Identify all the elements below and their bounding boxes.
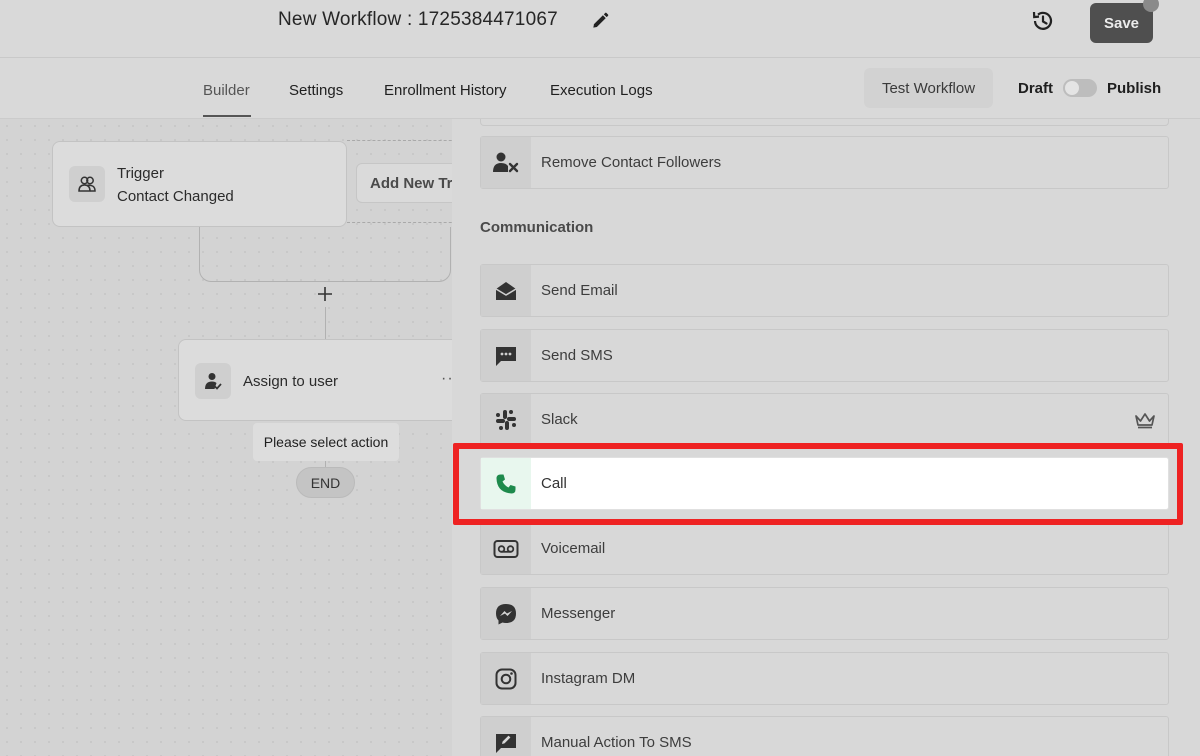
- action-icon-box: [481, 588, 531, 639]
- action-icon-box: [481, 265, 531, 316]
- voicemail-icon: [493, 539, 519, 558]
- connector-line: [325, 307, 326, 339]
- action-icon-box: [481, 717, 531, 756]
- instagram-icon: [495, 668, 517, 689]
- action-send-email[interactable]: Send Email: [480, 264, 1169, 317]
- section-heading-communication: Communication: [480, 219, 594, 236]
- action-label: Messenger: [541, 605, 616, 622]
- top-bar: New Workflow : 1725384471067 Save: [0, 0, 1200, 58]
- manual-sms-icon: [496, 733, 516, 753]
- trigger-node[interactable]: Trigger Contact Changed: [52, 141, 347, 227]
- assign-icon-box: [195, 363, 231, 399]
- draft-label: Draft: [1018, 80, 1054, 97]
- action-instagram-dm[interactable]: Instagram DM: [480, 652, 1169, 705]
- action-label: Instagram DM: [541, 670, 636, 687]
- chat-bubble-icon: [496, 346, 516, 366]
- contacts-icon: [78, 176, 96, 192]
- pencil-icon[interactable]: [590, 11, 610, 31]
- add-new-trigger-button[interactable]: Add New Tr: [356, 163, 452, 203]
- action-messenger[interactable]: Messenger: [480, 587, 1169, 640]
- action-send-sms[interactable]: Send SMS: [480, 329, 1169, 382]
- action-icon-box: [481, 330, 531, 381]
- tab-builder[interactable]: Builder: [203, 82, 250, 99]
- slack-icon: [496, 409, 516, 430]
- end-node: END: [296, 467, 355, 498]
- plus-icon[interactable]: [316, 285, 334, 303]
- action-label: Voicemail: [541, 540, 606, 557]
- remove-user-icon: [493, 152, 519, 172]
- action-manual-action-to-sms[interactable]: Manual Action To SMS: [480, 716, 1169, 756]
- assign-user-node[interactable]: Assign to user ··: [178, 339, 452, 421]
- action-label: Remove Contact Followers: [541, 154, 722, 171]
- action-label: Slack: [541, 411, 578, 428]
- envelope-open-icon: [495, 281, 517, 300]
- test-workflow-button[interactable]: Test Workflow: [864, 68, 993, 108]
- history-clock-icon[interactable]: [1030, 8, 1056, 34]
- assign-user-label: Assign to user: [243, 373, 339, 390]
- action-icon-box: [481, 653, 531, 704]
- trigger-connector: [199, 227, 451, 282]
- publish-toggle[interactable]: [1063, 79, 1097, 97]
- phone-icon: [496, 474, 516, 493]
- tab-enrollment-history[interactable]: Enrollment History: [384, 82, 507, 99]
- action-remove-contact-followers[interactable]: Remove Contact Followers: [480, 136, 1169, 189]
- action-label: Send Email: [541, 282, 618, 299]
- trigger-icon-box: [69, 166, 105, 202]
- action-label: Send SMS: [541, 347, 613, 364]
- select-action-tooltip: Please select action: [253, 423, 399, 461]
- workflow-title: New Workflow : 1725384471067: [278, 9, 558, 30]
- action-slack[interactable]: Slack: [480, 393, 1169, 446]
- tab-execution-logs[interactable]: Execution Logs: [550, 82, 653, 99]
- active-tab-indicator: [203, 115, 251, 117]
- action-call[interactable]: Call: [480, 457, 1169, 510]
- tab-settings[interactable]: Settings: [289, 82, 343, 99]
- action-voicemail[interactable]: Voicemail: [480, 522, 1169, 575]
- action-icon-box: [481, 137, 531, 188]
- workflow-canvas[interactable]: Add New Tr Trigger Contact Changed Assig…: [0, 119, 452, 756]
- crown-icon: [1135, 413, 1155, 429]
- action-item-partial[interactable]: [480, 119, 1169, 126]
- action-icon-box: [481, 458, 531, 509]
- trigger-title: Trigger: [117, 165, 164, 182]
- user-check-icon: [205, 373, 222, 390]
- toggle-knob: [1065, 81, 1079, 95]
- action-label: Call: [541, 475, 567, 492]
- action-panel: Remove Contact Followers Communication S…: [452, 119, 1200, 756]
- save-button[interactable]: Save: [1090, 3, 1153, 43]
- action-icon-box: [481, 394, 531, 445]
- more-options-icon[interactable]: ··: [441, 370, 452, 388]
- save-status-dot: [1143, 0, 1159, 12]
- action-icon-box: [481, 523, 531, 574]
- trigger-subtitle: Contact Changed: [117, 188, 234, 205]
- action-label: Manual Action To SMS: [541, 734, 692, 751]
- tab-bar: Builder Settings Enrollment History Exec…: [0, 58, 1200, 119]
- publish-label: Publish: [1107, 80, 1162, 97]
- messenger-icon: [496, 603, 516, 624]
